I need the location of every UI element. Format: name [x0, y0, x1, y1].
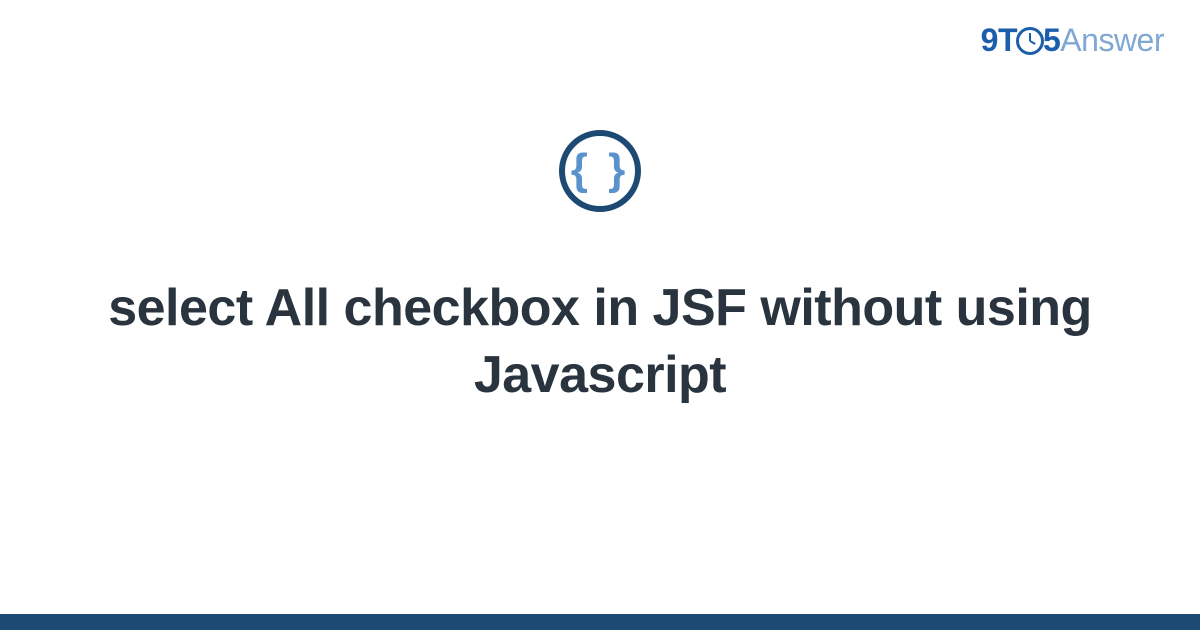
- logo-five: 5: [1043, 22, 1060, 58]
- page-title: select All checkbox in JSF without using…: [0, 275, 1200, 408]
- footer-accent-bar: [0, 614, 1200, 630]
- logo-nine: 9: [981, 22, 998, 58]
- logo-answer: Answer: [1060, 22, 1164, 58]
- logo-t: T: [998, 22, 1017, 58]
- site-logo: 9T5Answer: [981, 22, 1164, 59]
- code-braces-icon: { }: [559, 130, 641, 212]
- braces-glyph: { }: [571, 148, 629, 192]
- clock-icon: [1016, 27, 1044, 55]
